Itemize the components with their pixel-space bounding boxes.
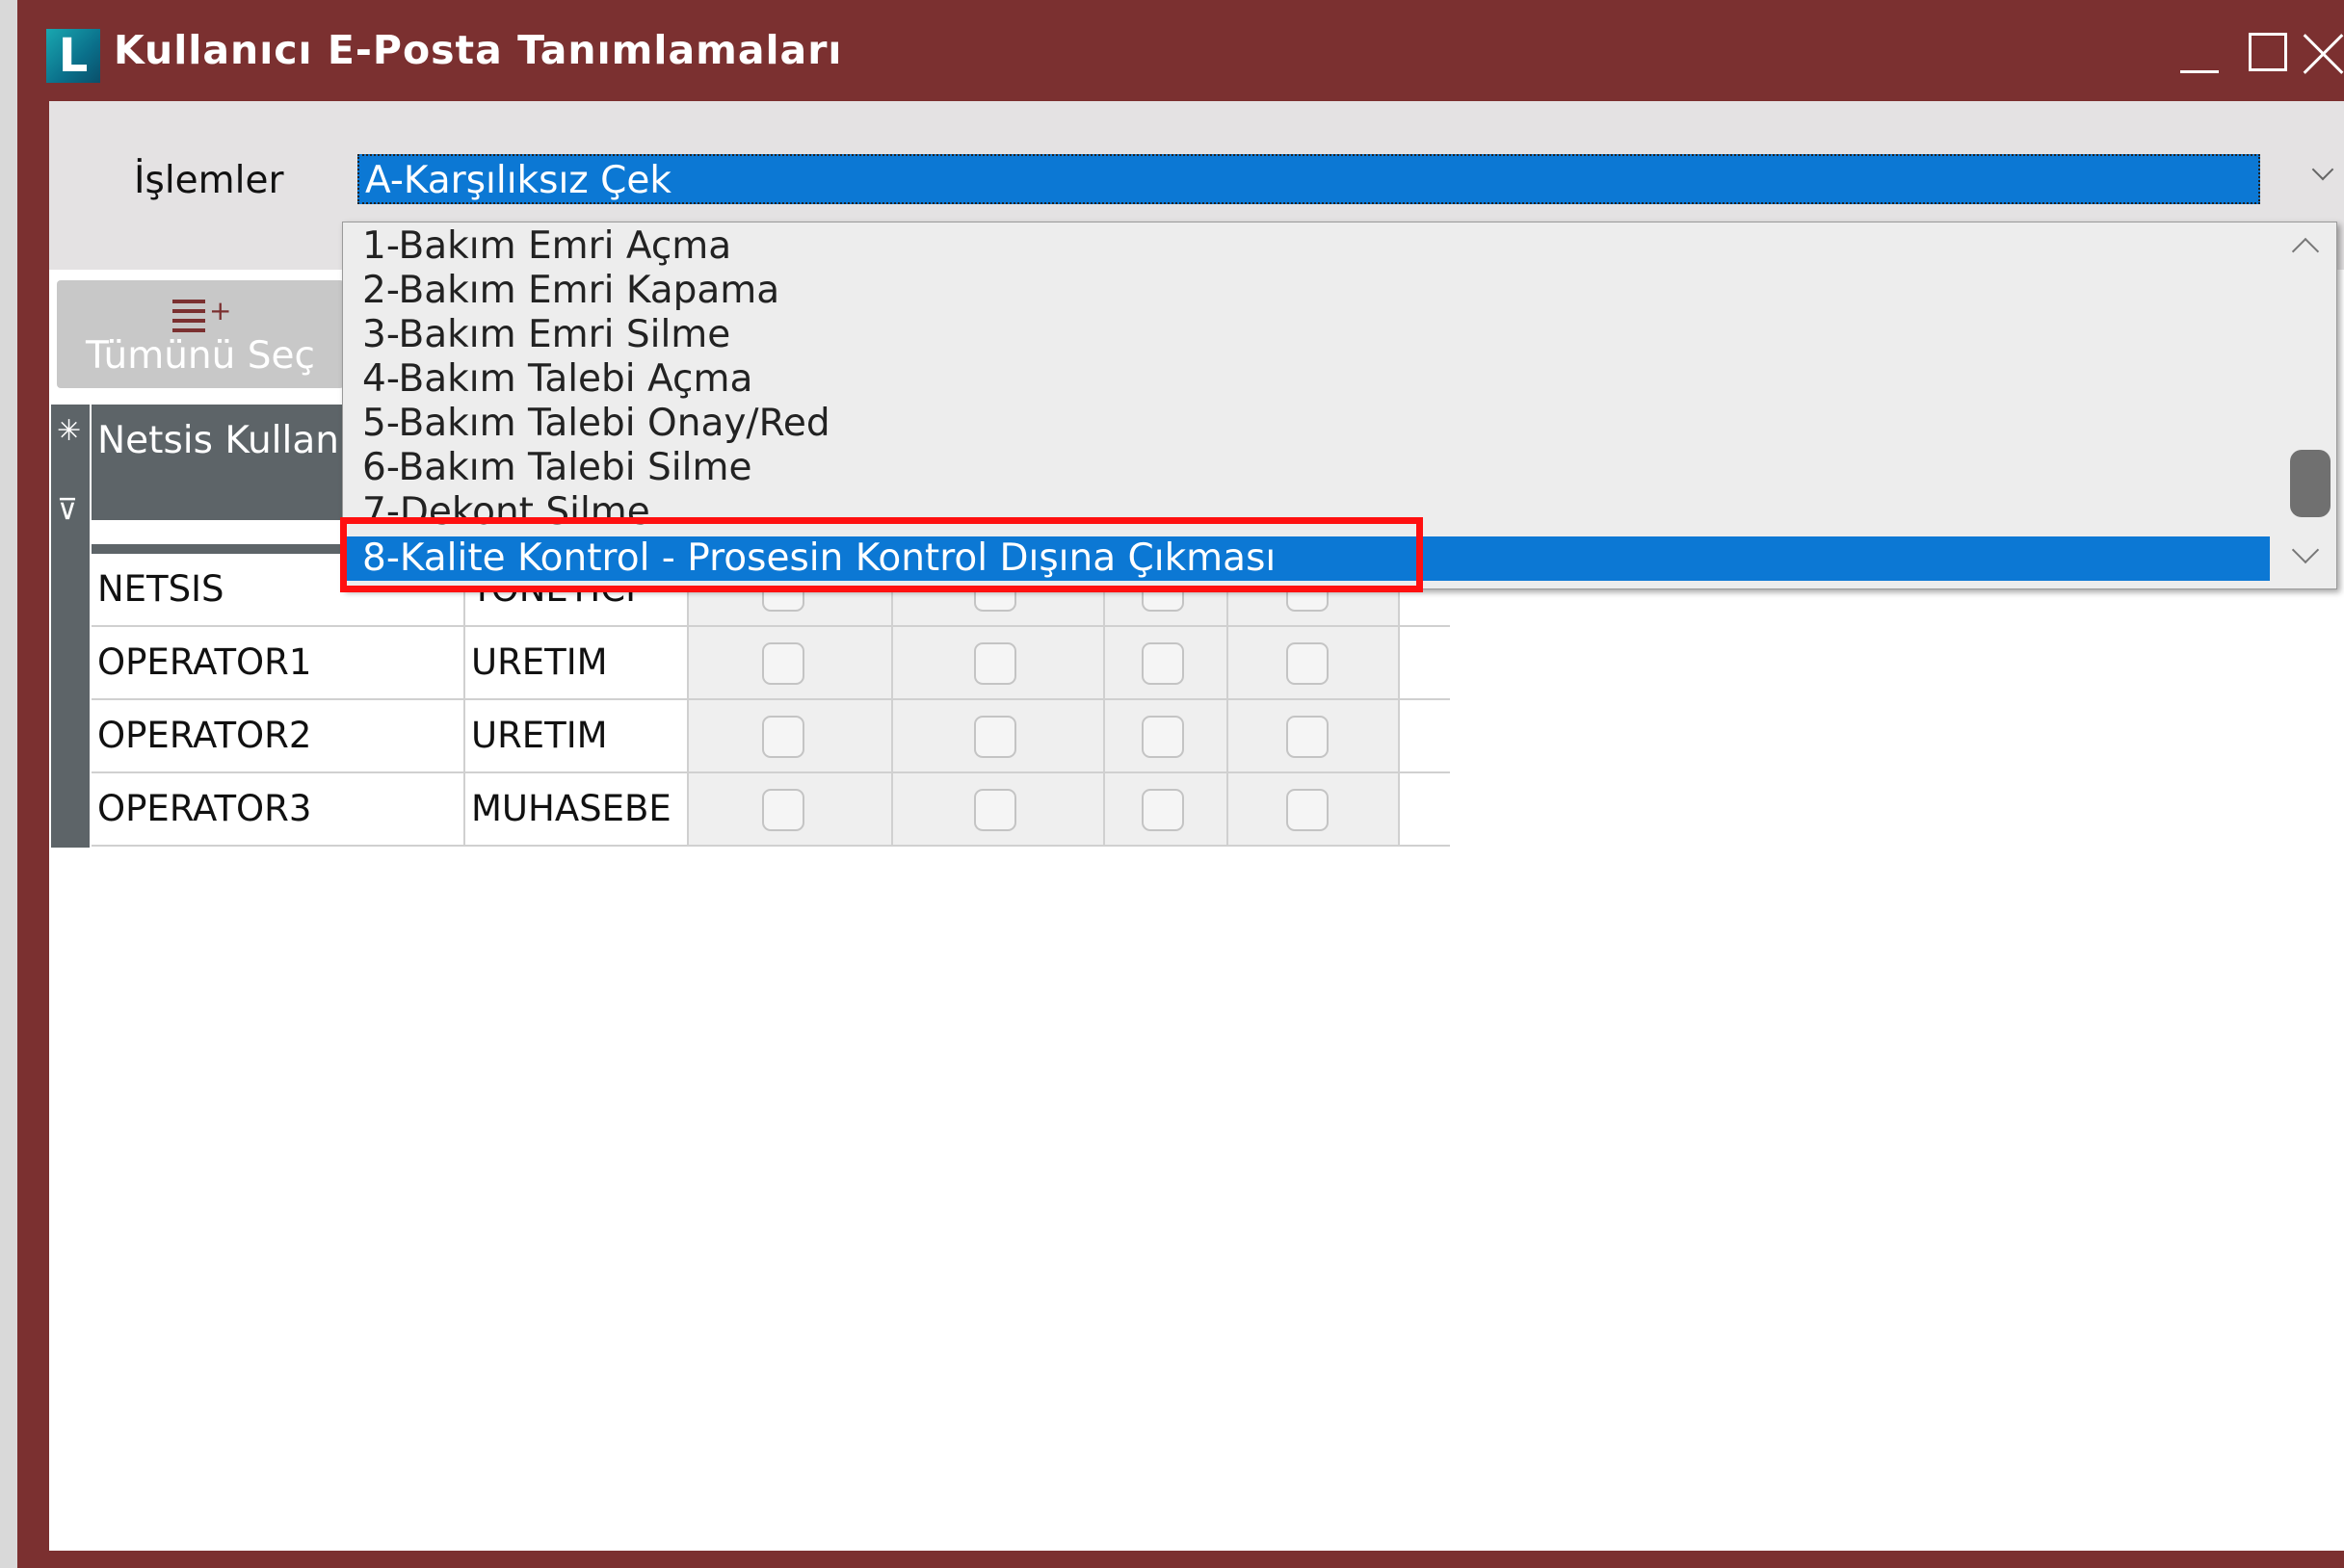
checkbox-cell [1105, 700, 1228, 771]
dropdown-item[interactable]: 4-Bakım Talebi Açma [343, 357, 2270, 402]
checkbox[interactable] [1142, 789, 1184, 831]
window-title: Kullanıcı E-Posta Tanımlamaları [114, 27, 843, 73]
user-grid: NETSIS YONETICI OPERATOR1 URETIM OPERATO… [92, 554, 1450, 847]
dropdown-item[interactable]: 1-Bakım Emri Açma [343, 224, 2270, 269]
annotation-highlight-box [340, 517, 1423, 592]
checkbox-cell [689, 773, 893, 845]
checkbox-cell [1105, 773, 1228, 845]
checkbox-cell [893, 773, 1105, 845]
checkbox-cell [1228, 700, 1400, 771]
checkbox-cell [1228, 773, 1400, 845]
title-bar[interactable]: L Kullanıcı E-Posta Tanımlamaları [17, 0, 2344, 101]
asterisk-icon[interactable]: ✳ [57, 414, 81, 448]
chevron-down-icon[interactable] [2291, 536, 2320, 564]
maximize-button[interactable] [2243, 29, 2291, 77]
dropdown-item[interactable]: 6-Bakım Talebi Silme [343, 446, 2270, 490]
checkbox[interactable] [974, 789, 1016, 831]
dropdown-item[interactable]: 3-Bakım Emri Silme [343, 313, 2270, 357]
select-all-label: Tümünü Seç [86, 334, 315, 378]
checkbox[interactable] [762, 789, 804, 831]
checkbox[interactable] [974, 716, 1016, 758]
checkbox[interactable] [974, 642, 1016, 685]
checkbox[interactable] [1286, 642, 1329, 685]
user-cell[interactable]: OPERATOR3 [92, 773, 465, 845]
checkbox[interactable] [1286, 789, 1329, 831]
checkbox-cell [1228, 627, 1400, 698]
app-logo-icon: L [46, 29, 100, 83]
checkbox[interactable] [1142, 642, 1184, 685]
operations-label: İşlemler [134, 159, 284, 202]
chevron-up-icon[interactable] [2291, 237, 2320, 266]
dropdown-scrollbar[interactable] [2278, 222, 2336, 588]
user-cell[interactable]: OPERATOR1 [92, 627, 465, 698]
minimize-button[interactable] [2175, 29, 2224, 77]
table-row[interactable]: OPERATOR1 URETIM [92, 627, 1450, 700]
scrollbar-thumb[interactable] [2290, 450, 2331, 517]
checkbox-cell [689, 627, 893, 698]
checkbox-cell [1105, 627, 1228, 698]
checkbox[interactable] [1142, 716, 1184, 758]
list-add-icon: + [172, 292, 231, 340]
checkbox-cell [893, 627, 1105, 698]
checkbox[interactable] [762, 642, 804, 685]
dropdown-item[interactable]: 5-Bakım Talebi Onay/Red [343, 402, 2270, 446]
table-row[interactable]: OPERATOR3 MUHASEBE [92, 773, 1450, 847]
operations-combobox[interactable]: A-Karşılıksız Çek [357, 154, 2275, 210]
checkbox[interactable] [1286, 716, 1329, 758]
group-cell[interactable]: URETIM [465, 627, 689, 698]
filter-icon[interactable]: ⊽ [57, 493, 78, 527]
grid-header-user-label: Netsis Kullan [97, 419, 339, 462]
chevron-down-icon[interactable] [2311, 162, 2334, 185]
table-row[interactable]: OPERATOR2 URETIM [92, 700, 1450, 773]
dropdown-item[interactable]: 2-Bakım Emri Kapama [343, 269, 2270, 313]
grid-indicator-column: ✳ ⊽ [51, 405, 90, 848]
select-all-button[interactable]: + Tümünü Seç [57, 280, 344, 388]
user-cell[interactable]: OPERATOR2 [92, 700, 465, 771]
group-cell[interactable]: URETIM [465, 700, 689, 771]
close-button[interactable] [2303, 29, 2344, 77]
operations-combobox-value[interactable]: A-Karşılıksız Çek [357, 154, 2260, 204]
checkbox-cell [893, 700, 1105, 771]
group-cell[interactable]: MUHASEBE [465, 773, 689, 845]
checkbox-cell [689, 700, 893, 771]
checkbox[interactable] [762, 716, 804, 758]
